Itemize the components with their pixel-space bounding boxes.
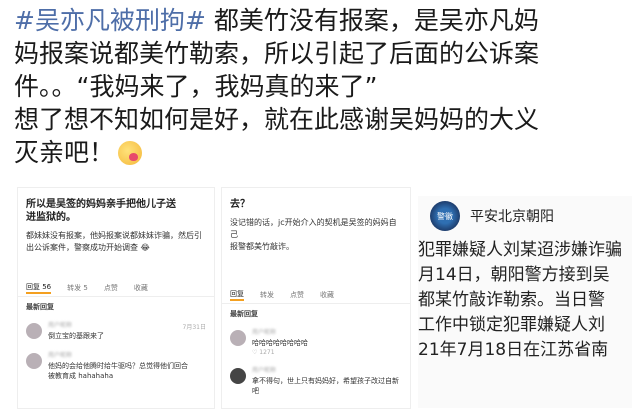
tab-reposts[interactable]: 转发 [260, 290, 274, 300]
card1-body-line1: 都妹妹没有报案，他妈报案说都妹妹诈骗，然后引 [26, 231, 202, 240]
card1-body: 都妹妹没有报案，他妈报案说都妹妹诈骗，然后引 出公诉案件，警察成功开始调查 😂 [18, 224, 214, 254]
post-line-1-text: 都美竹没有报案，是吴亦凡妈 [205, 6, 539, 35]
tab-replies[interactable]: 回复 56 [26, 282, 52, 294]
statement-line: 21年7月18日在江苏省南 [418, 340, 609, 360]
tab-favorites[interactable]: 收藏 [320, 290, 334, 300]
tab-replies[interactable]: 回复 [230, 289, 244, 301]
card1-title: 所以是吴签的妈妈亲手把他儿子送 进监狱的。 [18, 188, 214, 224]
comment-text: 哈哈哈哈哈哈哈哈 [252, 339, 308, 347]
screenshot-card-1[interactable]: 所以是吴签的妈妈亲手把他儿子送 进监狱的。 都妹妹没有报案，他妈报案说都妹妹诈骗… [18, 188, 214, 408]
police-statement-card[interactable]: 警徽 平安北京朝阳 犯罪嫌疑人刘某迢涉嫌诈骗 月14日，朝阳警方接到吴 都某竹敲… [418, 196, 632, 408]
card1-title-line1: 所以是吴签的妈妈亲手把他儿子送 [26, 199, 176, 210]
section-latest-replies: 最新回复 [26, 303, 54, 311]
avatar[interactable] [230, 368, 246, 384]
card2-tabs: 回复 转发 点赞 收藏 [222, 287, 410, 304]
comment-likes[interactable]: ♡ 1271 [252, 348, 402, 358]
card2-body-line1: 没记错的话，jc开始介入的契机是吴签的妈妈自己 [230, 218, 397, 239]
post-line-4: 想了想不知如何是好，就在此感谢吴妈妈的大义 [14, 105, 540, 134]
hashtag-link[interactable]: #吴亦凡被刑拘# [14, 6, 206, 35]
comment-text: 拿不得句，世上只有妈妈好，希望孩子改过自新吧 [252, 377, 399, 395]
like-count: 1271 [259, 349, 275, 356]
avatar[interactable] [230, 330, 246, 346]
police-badge-icon: 警徽 [430, 201, 460, 231]
statement-line: 犯罪嫌疑人刘某迢涉嫌诈骗 [418, 240, 622, 260]
card2-title: 去？ [230, 199, 250, 210]
comment-time: 7月31日 [182, 324, 206, 331]
statement-line: 工作中锁定犯罪嫌疑人刘 [418, 315, 605, 335]
comment-text: 他妈的会给他腾时给牛驱吗？总觉得他们回合 [48, 362, 188, 370]
post-line-5-text: 灭亲吧！ [14, 138, 115, 167]
tab-reposts[interactable]: 转发 5 [67, 283, 88, 293]
section-latest-replies: 最新回复 [230, 310, 258, 318]
comment-item[interactable]: 用户昵称 哈哈哈哈哈哈哈哈 ♡ 1271 [222, 324, 410, 362]
avatar[interactable] [26, 323, 42, 339]
comment-item[interactable]: 用户昵称 倒立宝的基跟来了 7月31日 [18, 317, 214, 347]
badge-text: 警徽 [437, 211, 453, 221]
post-line-2: 妈报案说都美竹勒索，所以引起了后面的公诉案 [14, 39, 540, 68]
avatar[interactable] [26, 353, 42, 369]
statement-line: 月14日，朝阳警方接到吴 [418, 265, 610, 285]
card2-body-line2: 报警都美竹敲诈。 [230, 242, 294, 251]
comment-author[interactable]: 用户昵称 [48, 351, 206, 361]
tab-favorites[interactable]: 收藏 [134, 283, 148, 293]
card2-body: 没记错的话，jc开始介入的契机是吴签的妈妈自己 报警都美竹敲诈。 [222, 211, 410, 253]
post-text: #吴亦凡被刑拘# 都美竹没有报案，是吴亦凡妈 妈报案说都美竹勒索，所以引起了后面… [14, 4, 630, 169]
screenshot-card-2[interactable]: 去？ 没记错的话，jc开始介入的契机是吴签的妈妈自己 报警都美竹敲诈。 回复 转… [222, 188, 410, 408]
comment-item[interactable]: 用户昵称 拿不得句，世上只有妈妈好，希望孩子改过自新吧 [222, 362, 410, 400]
post-line-1: #吴亦凡被刑拘# 都美竹没有报案，是吴亦凡妈 [14, 4, 630, 37]
account-header[interactable]: 警徽 平安北京朝阳 [418, 196, 632, 236]
account-name[interactable]: 平安北京朝阳 [470, 206, 554, 226]
comment-text-cont: 被教育成 hahahaha [48, 372, 114, 380]
post-line-3: 件。。“我妈来了，我妈真的来了” [14, 72, 378, 101]
comment-author[interactable]: 用户昵称 [252, 328, 402, 338]
card1-title-line2: 进监狱的。 [26, 212, 76, 223]
comment-item[interactable]: 用户昵称 他妈的会给他腾时给牛驱吗？总觉得他们回合 被教育成 hahahaha [18, 347, 214, 385]
card1-tabs: 回复 56 转发 5 点赞 收藏 [18, 280, 214, 297]
statement-text: 犯罪嫌疑人刘某迢涉嫌诈骗 月14日，朝阳警方接到吴 都某竹敲诈勒索。当日警 工作… [418, 236, 632, 363]
comment-author[interactable]: 用户昵称 [252, 366, 402, 376]
statement-line: 都某竹敲诈勒索。当日警 [418, 290, 605, 310]
card1-body-line2: 出公诉案件，警察成功开始调查 😂 [26, 243, 150, 252]
post-line-5: 灭亲吧！ [14, 136, 630, 169]
tab-likes[interactable]: 点赞 [104, 283, 118, 293]
smiling-heart-emoji-icon [118, 141, 143, 165]
tab-likes[interactable]: 点赞 [290, 290, 304, 300]
